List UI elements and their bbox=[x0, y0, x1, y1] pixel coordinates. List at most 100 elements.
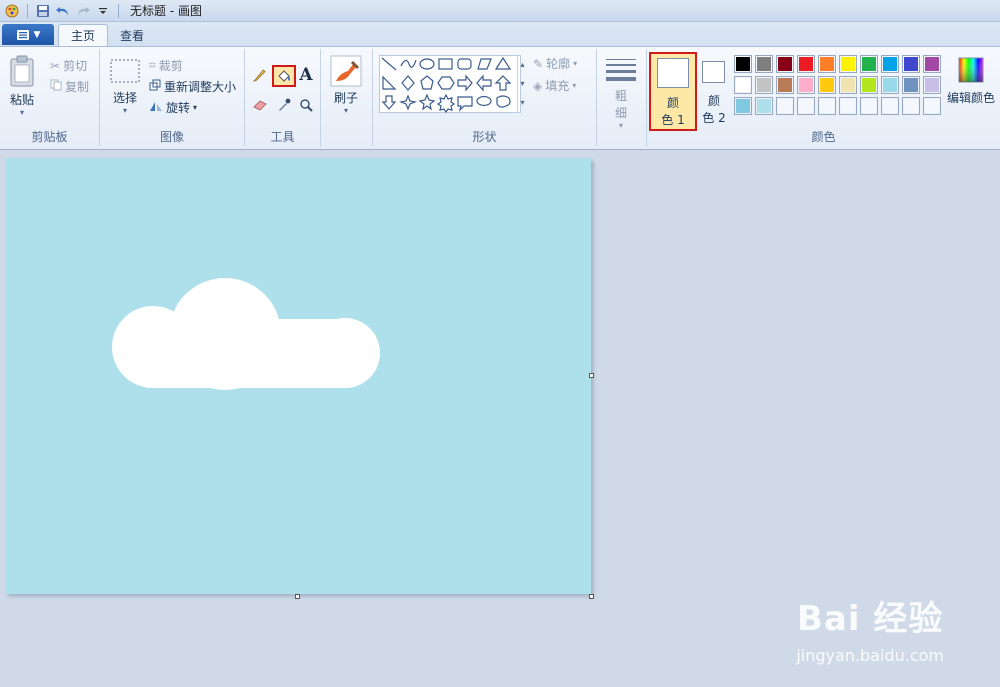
palette-swatch[interactable] bbox=[881, 76, 899, 94]
cut-button[interactable]: ✂ 剪切 bbox=[50, 57, 87, 74]
palette-swatch[interactable] bbox=[860, 76, 878, 94]
palette-swatch[interactable] bbox=[755, 76, 773, 94]
customize-dropdown-icon[interactable] bbox=[95, 3, 111, 19]
palette-swatch[interactable] bbox=[860, 55, 878, 73]
palette-swatch[interactable] bbox=[923, 97, 941, 115]
crop-button[interactable]: ⌗ 裁剪 bbox=[149, 57, 183, 74]
color-picker-tool[interactable] bbox=[274, 95, 294, 115]
copy-button[interactable]: 复制 bbox=[50, 78, 89, 95]
resize-handle-right[interactable] bbox=[589, 373, 594, 378]
palette-swatch-fill bbox=[883, 57, 897, 71]
rotate-button[interactable]: 旋转 ▾ bbox=[149, 99, 197, 116]
color1-button[interactable]: 颜 色 1 bbox=[649, 52, 697, 131]
eraser-tool[interactable] bbox=[250, 95, 270, 115]
color2-button[interactable]: 颜 色 2 bbox=[699, 52, 729, 131]
outline-button[interactable]: ✎ 轮廓 ▾ bbox=[533, 55, 577, 72]
palette-swatch[interactable] bbox=[902, 97, 920, 115]
palette-swatch[interactable] bbox=[818, 97, 836, 115]
palette-swatch[interactable] bbox=[797, 97, 815, 115]
pencil-icon bbox=[252, 69, 266, 82]
fill-bucket-tool[interactable] bbox=[272, 65, 296, 87]
edit-colors-button[interactable]: 编辑颜色 bbox=[947, 57, 995, 106]
palette-swatch[interactable] bbox=[797, 76, 815, 94]
resize-button[interactable]: 重新调整大小 bbox=[149, 78, 236, 95]
palette-swatch-fill bbox=[757, 99, 771, 113]
palette-swatch-fill bbox=[778, 78, 792, 92]
palette-swatch[interactable] bbox=[755, 55, 773, 73]
outline-pen-icon: ✎ bbox=[533, 56, 544, 71]
palette-swatch[interactable] bbox=[902, 76, 920, 94]
palette-swatch[interactable] bbox=[776, 97, 794, 115]
paste-button[interactable]: 粘贴 ▾ bbox=[8, 55, 36, 117]
color-spectrum-icon bbox=[958, 57, 984, 83]
app-menu-button[interactable]: ▼ bbox=[2, 24, 54, 45]
palette-swatch[interactable] bbox=[839, 97, 857, 115]
separator bbox=[27, 3, 28, 18]
shapes-gallery-scroll[interactable]: ▴ ▾ ▾ bbox=[517, 55, 527, 113]
cut-label: 剪切 bbox=[63, 59, 88, 73]
resize-handle-bottom[interactable] bbox=[295, 594, 300, 599]
paint-app-icon[interactable] bbox=[4, 3, 20, 19]
clipboard-group-label: 剪贴板 bbox=[31, 130, 68, 144]
palette-swatch-fill bbox=[736, 78, 750, 92]
palette-swatch[interactable] bbox=[776, 76, 794, 94]
brush-group: 刷子 ▾ bbox=[321, 49, 373, 147]
palette-swatch[interactable] bbox=[734, 76, 752, 94]
image-group-label: 图像 bbox=[159, 130, 184, 144]
text-tool[interactable]: A bbox=[296, 65, 316, 85]
palette-swatch[interactable] bbox=[839, 55, 857, 73]
select-button[interactable]: 选择 ▾ bbox=[110, 59, 140, 115]
color2-label-2: 色 2 bbox=[702, 111, 726, 125]
palette-swatch-fill bbox=[904, 99, 918, 113]
save-icon[interactable] bbox=[35, 3, 51, 19]
palette-swatch[interactable] bbox=[734, 55, 752, 73]
copy-label: 复制 bbox=[65, 80, 90, 94]
resize-handle-corner[interactable] bbox=[589, 594, 594, 599]
palette-swatch[interactable] bbox=[776, 55, 794, 73]
palette-swatch-fill bbox=[883, 78, 897, 92]
rotate-icon bbox=[149, 100, 163, 115]
tab-view[interactable]: 查看 bbox=[108, 24, 156, 46]
brush-button[interactable]: 刷子 ▾ bbox=[330, 55, 362, 115]
brush-icon bbox=[330, 55, 362, 87]
palette-swatch-fill bbox=[799, 99, 813, 113]
palette-swatch-fill bbox=[778, 57, 792, 71]
redo-icon[interactable] bbox=[75, 3, 91, 19]
palette-swatch[interactable] bbox=[734, 97, 752, 115]
palette-swatch-fill bbox=[841, 99, 855, 113]
undo-icon[interactable] bbox=[55, 3, 71, 19]
palette-swatch-fill bbox=[862, 99, 876, 113]
canvas-drawing bbox=[112, 278, 380, 390]
palette-swatch[interactable] bbox=[881, 97, 899, 115]
pencil-tool[interactable] bbox=[250, 65, 270, 85]
size-button[interactable]: 粗 细 ▾ bbox=[605, 57, 637, 130]
drawing-canvas[interactable] bbox=[5, 158, 591, 594]
palette-swatch[interactable] bbox=[755, 97, 773, 115]
copy-icon bbox=[50, 79, 62, 94]
fill-button[interactable]: ◈ 填充 ▾ bbox=[533, 77, 576, 94]
palette-swatch-fill bbox=[736, 99, 750, 113]
palette-swatch[interactable] bbox=[818, 76, 836, 94]
watermark: Bai 经验 jingyan.baidu.com bbox=[796, 591, 944, 665]
palette-swatch-fill bbox=[757, 57, 771, 71]
paste-label: 粘贴 bbox=[9, 93, 34, 107]
palette-swatch[interactable] bbox=[923, 55, 941, 73]
palette-swatch[interactable] bbox=[839, 76, 857, 94]
palette-swatch[interactable] bbox=[923, 76, 941, 94]
palette-swatch[interactable] bbox=[902, 55, 920, 73]
color1-label-2: 色 1 bbox=[661, 113, 685, 127]
title-bar: 无标题 - 画图 bbox=[0, 0, 1000, 22]
eraser-icon bbox=[253, 100, 267, 111]
fill-bucket-icon: ◈ bbox=[533, 78, 543, 93]
palette-swatch-fill bbox=[904, 78, 918, 92]
palette-swatch-fill bbox=[925, 57, 939, 71]
palette-swatch[interactable] bbox=[797, 55, 815, 73]
magnifier-tool[interactable] bbox=[296, 95, 316, 115]
watermark-brand: Bai 经验 bbox=[796, 599, 944, 639]
tab-home[interactable]: 主页 bbox=[58, 24, 109, 46]
palette-swatch-fill bbox=[841, 57, 855, 71]
palette-swatch[interactable] bbox=[860, 97, 878, 115]
size-label-1: 粗 bbox=[614, 89, 627, 103]
palette-swatch[interactable] bbox=[881, 55, 899, 73]
palette-swatch[interactable] bbox=[818, 55, 836, 73]
